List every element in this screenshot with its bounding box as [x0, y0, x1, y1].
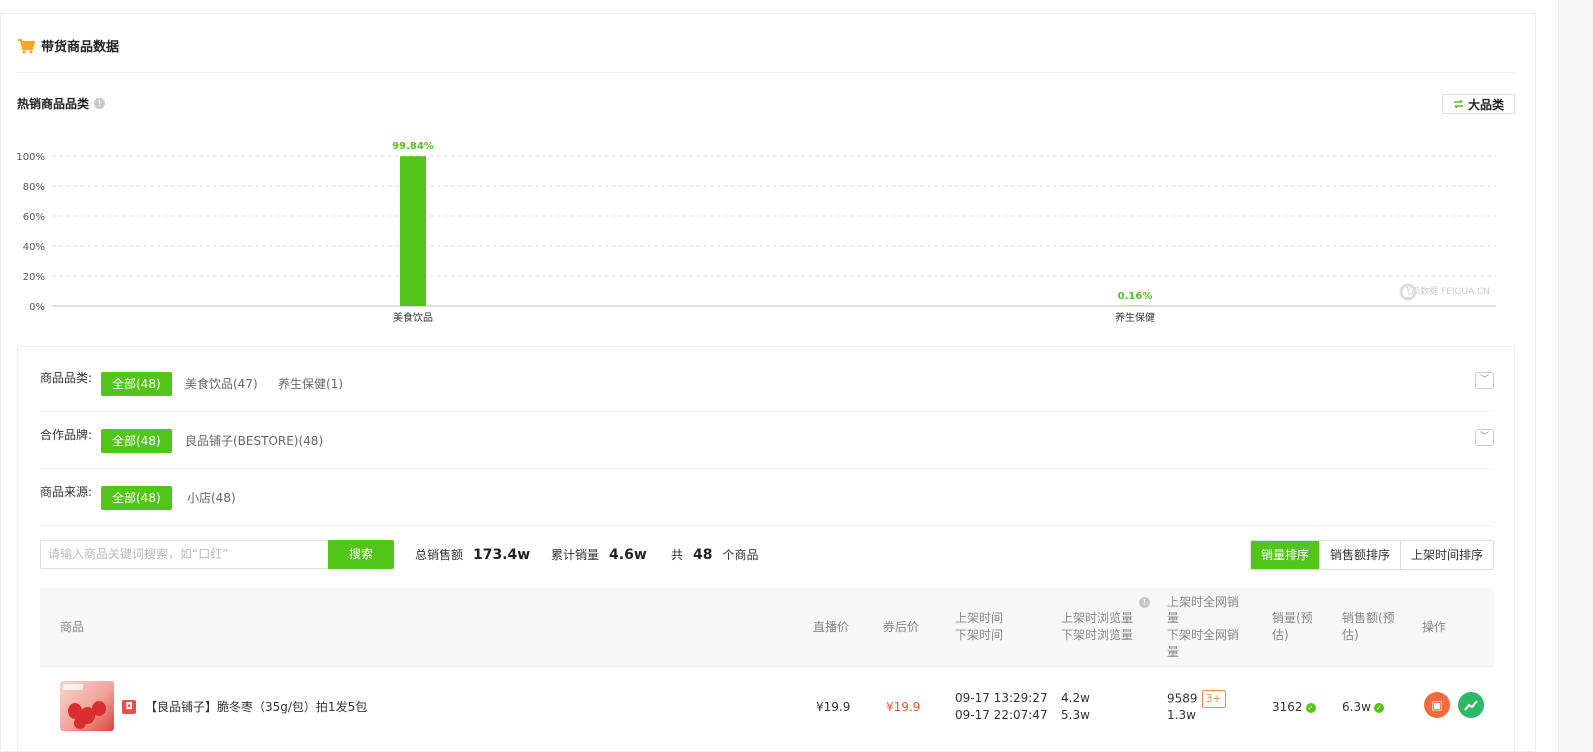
filter-source-shop[interactable]: 小店(48) [176, 486, 247, 510]
th-product: 商品 [60, 620, 85, 634]
switch-icon [1453, 100, 1463, 108]
th-net-off-1[interactable]: 下架时全网销 [1167, 627, 1239, 644]
filter-category-health[interactable]: 养生保健(1) [267, 372, 354, 396]
filter-source-label: 商品来源: [40, 485, 93, 499]
th-ops: 操作 [1422, 620, 1447, 634]
page-scrollbar-gutter[interactable] [1558, 0, 1593, 752]
category-level-button[interactable]: 大品类 [1442, 94, 1515, 114]
th-time-on[interactable]: 上架时间 [955, 610, 1003, 627]
filter-category-row: 商品品类: 全部(48) 美食饮品(47) 养生保健(1) ﹀ [40, 355, 1494, 412]
th-revenue-2: 估) [1342, 628, 1359, 642]
product-thumbnail[interactable] [60, 681, 114, 731]
live-price: ¥19.9 [816, 700, 851, 714]
count-prefix: 共 [671, 548, 684, 562]
y-tick-label: 80% [23, 182, 45, 193]
y-tick-label: 20% [23, 272, 45, 283]
th-net-off-2: 量 [1167, 645, 1180, 659]
table-row[interactable]: ◘ 【良品铺子】脆冬枣（35g/包）拍1发5包 ¥19.9 ¥19.9 09-1… [40, 668, 1494, 752]
views-on: 4.2w [1061, 691, 1090, 705]
section-title: 带货商品数据 [41, 40, 120, 55]
coupon-price: ¥19.9 [886, 700, 921, 714]
x-tick-label: 美食饮品 [393, 311, 433, 324]
total-sales-stat: 总销售额 173.4w [415, 540, 530, 569]
sales-value: 3162 [1272, 700, 1303, 714]
top-strip [0, 0, 1536, 14]
sort-by-revenue-button[interactable]: 销售额排序 [1318, 541, 1400, 569]
category-level-label: 大品类 [1467, 97, 1504, 112]
net-sales-on-cell: 9589 3+ [1167, 690, 1226, 708]
th-time-off[interactable]: 下架时间 [955, 627, 1003, 644]
bar [400, 156, 426, 306]
th-net-on-2: 量 [1167, 611, 1180, 625]
search-input[interactable]: 请输入商品关键词搜索，如“口红” [40, 540, 328, 569]
filter-source-row: 商品来源: 全部(48) 小店(48) [40, 469, 1494, 526]
filter-category-food[interactable]: 美食饮品(47) [174, 372, 269, 396]
y-tick-label: 60% [23, 212, 45, 223]
th-views-on[interactable]: 上架时浏览量 [1061, 610, 1133, 627]
shopping-bag-icon[interactable]: ▣ [1424, 692, 1450, 718]
search-button[interactable]: 搜索 [328, 540, 394, 569]
th-sales-2: 估) [1272, 628, 1289, 642]
hot-category-header: 热销商品品类 ! [17, 95, 106, 112]
info-icon[interactable]: ! [94, 98, 106, 109]
chevron-down-icon[interactable]: ﹀ [1475, 372, 1494, 389]
filter-brand-all[interactable]: 全部(48) [101, 429, 172, 453]
section-header: 带货商品数据 [17, 36, 119, 55]
time-off: 09-17 22:07:47 [955, 708, 1048, 722]
net-sales-badge: 3+ [1201, 690, 1226, 708]
bar-value-label: 0.16% [1118, 291, 1153, 302]
net-sales-off: 1.3w [1167, 708, 1196, 722]
x-tick-label: 养生保健 [1115, 311, 1155, 324]
y-tick-label: 100% [16, 152, 45, 163]
check-icon: ✓ [1373, 702, 1384, 713]
y-tick-label: 0% [29, 302, 45, 313]
revenue-value: 6.3w [1342, 700, 1371, 714]
sort-by-volume-button[interactable]: 销量排序 [1250, 541, 1319, 569]
product-name[interactable]: 【良品铺子】脆冬枣（35g/包）拍1发5包 [145, 699, 367, 716]
chevron-down-icon[interactable]: ﹀ [1475, 429, 1494, 446]
filter-category-label: 商品品类: [40, 371, 93, 385]
th-net-on-1[interactable]: 上架时全网销 [1167, 594, 1239, 611]
filter-category-all[interactable]: 全部(48) [101, 372, 172, 396]
divider [17, 72, 1515, 73]
volume-stat: 累计销量 4.6w [551, 540, 647, 569]
th-coupon-price[interactable]: 券后价 [883, 619, 919, 636]
table-header: 商品 直播价 券后价 上架时间 下架时间 上架时浏览量 下架时浏览量 ! 上架时… [40, 588, 1494, 667]
trend-chart-icon[interactable] [1458, 692, 1484, 718]
time-on: 09-17 13:29:27 [955, 691, 1048, 705]
net-sales-on: 9589 [1167, 691, 1198, 706]
th-views-off[interactable]: 下架时浏览量 [1061, 627, 1133, 644]
filter-brand-row: 合作品牌: 全部(48) 良品铺子(BESTORE)(48) ﹀ [40, 412, 1494, 469]
filter-source-all[interactable]: 全部(48) [101, 486, 172, 510]
sort-group: 销量排序 销售额排序 上架时间排序 [1249, 540, 1494, 570]
volume-value: 4.6w [609, 546, 647, 563]
bar-value-label: 99.84% [392, 141, 434, 152]
total-sales-label: 总销售额 [415, 548, 464, 562]
views-off: 5.3w [1061, 708, 1090, 722]
sales-cell: 3162 ✓ [1272, 699, 1316, 716]
th-revenue-1[interactable]: 销售额(预 [1342, 610, 1395, 627]
volume-label: 累计销量 [551, 548, 600, 562]
count-value: 48 [693, 546, 713, 563]
hot-category-chart: 0%20%40%60%80%100%99.84%美食饮品0.16%养生保健飞瓜数… [16, 141, 1496, 324]
search-toolbar: 请输入商品关键词搜索，如“口红” 搜索 总销售额 173.4w 累计销量 4.6… [40, 540, 1494, 570]
filter-brand-bestore[interactable]: 良品铺子(BESTORE)(48) [174, 429, 334, 453]
info-icon[interactable]: ! [1139, 597, 1150, 608]
y-tick-label: 40% [23, 242, 45, 253]
cart-icon [18, 38, 35, 54]
filter-brand-label: 合作品牌: [40, 428, 93, 442]
revenue-cell: 6.3w ✓ [1342, 699, 1384, 716]
hot-category-title: 热销商品品类 [17, 97, 90, 111]
sort-by-time-button[interactable]: 上架时间排序 [1399, 541, 1493, 569]
check-icon: ✓ [1305, 702, 1316, 713]
product-count-stat: 共 48 个商品 [671, 540, 759, 569]
th-live-price[interactable]: 直播价 [813, 619, 849, 636]
shop-icon: ◘ [122, 700, 136, 714]
count-suffix: 个商品 [722, 548, 759, 562]
th-sales-1[interactable]: 销量(预 [1272, 610, 1313, 627]
total-sales-value: 173.4w [473, 546, 531, 563]
